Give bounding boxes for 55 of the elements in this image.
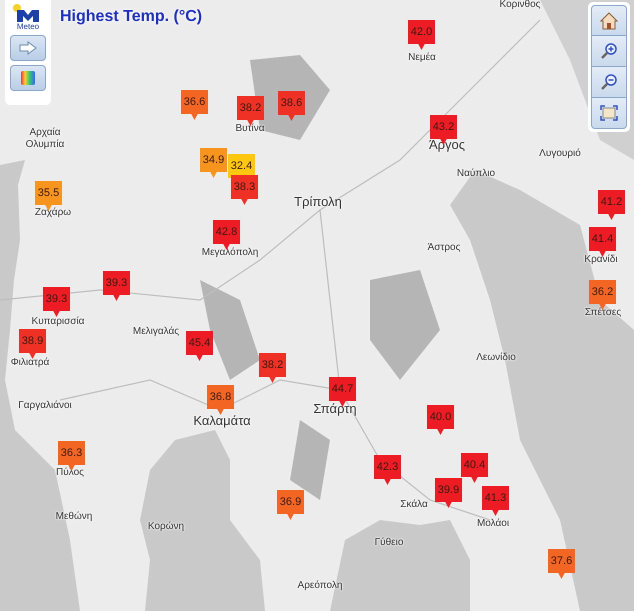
temperature-marker[interactable]: 40.0 <box>427 405 454 435</box>
place-label: Μεγαλόπολη <box>202 247 258 259</box>
zoom-out-icon <box>600 73 618 91</box>
temperature-marker[interactable]: 45.4 <box>186 331 213 361</box>
place-label: Αρχαία Ολυμπία <box>24 127 66 151</box>
temperature-marker[interactable]: 38.9 <box>19 329 46 359</box>
temperature-marker[interactable]: 39.9 <box>435 478 462 508</box>
temperature-marker[interactable]: 41.3 <box>482 486 509 516</box>
place-label: Μεθώνη <box>56 511 92 523</box>
place-label: Σκάλα <box>400 499 428 511</box>
color-legend-button[interactable] <box>10 65 46 91</box>
temperature-marker[interactable]: 42.0 <box>408 20 435 50</box>
place-label: Φιλιατρά <box>10 357 50 369</box>
temperature-marker[interactable]: 34.9 <box>200 148 227 178</box>
place-label: Άστρος <box>428 242 460 254</box>
place-label: Μολάοι <box>476 518 510 530</box>
temperature-marker[interactable]: 41.2 <box>598 190 625 220</box>
place-label: Τρίπολη <box>294 194 342 209</box>
home-button[interactable] <box>591 5 627 36</box>
zoom-out-button[interactable] <box>591 67 627 98</box>
temperature-marker[interactable]: 42.3 <box>374 455 401 485</box>
place-label: Νεμέα <box>408 52 436 64</box>
place-label: Κυπαρισσία <box>32 316 84 328</box>
temperature-marker[interactable]: 38.3 <box>231 175 258 205</box>
place-label: Γύθειο <box>374 537 404 549</box>
temperature-marker[interactable]: 39.3 <box>43 287 70 317</box>
place-label: Μελιγαλάς <box>132 326 180 338</box>
place-label: Κορινθος <box>500 0 540 11</box>
place-label: Ναύπλιο <box>456 168 496 180</box>
meteo-logo: Meteo <box>13 4 43 31</box>
temperature-marker[interactable]: 38.2 <box>259 353 286 383</box>
place-label: Αρεόπολη <box>298 580 342 592</box>
temperature-marker[interactable]: 39.3 <box>103 271 130 301</box>
extent-icon <box>600 105 618 121</box>
temperature-marker[interactable]: 36.8 <box>207 385 234 415</box>
place-label: Καλαμάτα <box>193 413 251 428</box>
place-label: Γαργαλιάνοι <box>18 400 72 412</box>
temperature-marker[interactable]: 40.4 <box>461 453 488 483</box>
full-extent-button[interactable] <box>591 98 627 129</box>
place-label: Σπέτσες <box>584 307 622 319</box>
temperature-marker[interactable]: 36.9 <box>277 490 304 520</box>
place-label: Λυγουριό <box>539 148 581 160</box>
house-icon <box>600 12 618 30</box>
rainbow-icon <box>21 71 35 85</box>
place-label: Βυτίνα <box>235 123 265 135</box>
zoom-in-icon <box>600 42 618 60</box>
place-label: Λεωνίδιο <box>476 352 516 364</box>
temperature-marker[interactable]: 37.6 <box>548 549 575 579</box>
place-label: Κορώνη <box>148 521 184 533</box>
arrow-button[interactable] <box>10 35 46 61</box>
arrow-icon <box>19 41 37 55</box>
place-label: Κρανίδι <box>584 254 618 266</box>
zoom-in-button[interactable] <box>591 36 627 67</box>
temperature-marker[interactable]: 36.6 <box>181 90 208 120</box>
map-title: Highest Temp. (°C) <box>60 8 202 26</box>
